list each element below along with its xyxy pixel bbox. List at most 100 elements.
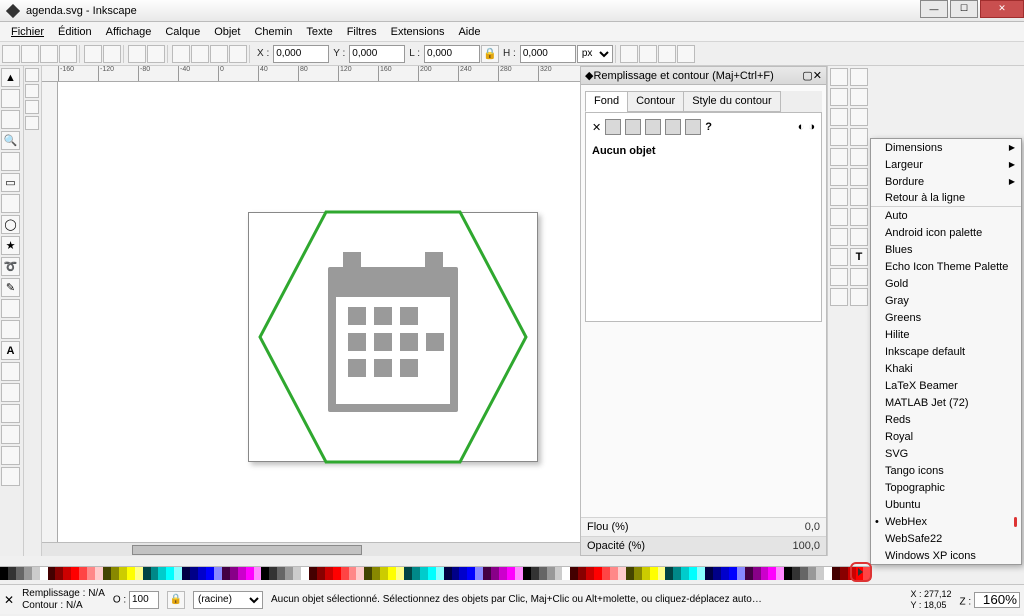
cmd-new[interactable] [830, 68, 848, 86]
gradient-tool[interactable] [1, 425, 20, 444]
menu-border[interactable]: Bordure▶ [871, 173, 1021, 190]
status-fill-value[interactable]: N/A [88, 588, 105, 599]
palette-swatch[interactable] [246, 567, 254, 580]
palette-swatch[interactable] [824, 567, 832, 580]
menu-dimensions[interactable]: Dimensions▶ [871, 139, 1021, 156]
palette-greens[interactable]: Greens [871, 309, 1021, 326]
dropper-tool[interactable] [1, 446, 20, 465]
palette-swatch[interactable] [602, 567, 610, 580]
paint-swatch-icon[interactable] [685, 119, 701, 135]
palette-swatch[interactable] [562, 567, 570, 580]
palette-swatch[interactable] [729, 567, 737, 580]
cmd-xml[interactable] [830, 268, 848, 286]
palette-swatch[interactable] [24, 567, 32, 580]
paint-pattern-icon[interactable] [665, 119, 681, 135]
paint-radial-icon[interactable] [645, 119, 661, 135]
rect-tool[interactable]: ▭ [1, 173, 20, 192]
snap-bbox[interactable] [25, 84, 39, 98]
palette-swatch[interactable] [721, 567, 729, 580]
palette-swatch[interactable] [230, 567, 238, 580]
palette-swatch[interactable] [776, 567, 784, 580]
palette-gray[interactable]: Gray [871, 292, 1021, 309]
tool-coord-c[interactable] [40, 45, 58, 63]
palette-swatch[interactable] [127, 567, 135, 580]
palette-royal[interactable]: Royal [871, 428, 1021, 445]
cmd-redo[interactable] [850, 128, 868, 146]
palette-swatch[interactable] [618, 567, 626, 580]
menu-file[interactable]: Fichier [4, 24, 51, 40]
palette-swatch[interactable] [650, 567, 658, 580]
palette-swatch[interactable] [555, 567, 563, 580]
tool-raise[interactable] [172, 45, 190, 63]
cmd-copy[interactable] [830, 148, 848, 166]
minimize-button[interactable]: — [920, 0, 948, 18]
palette-swatch[interactable] [420, 567, 428, 580]
tab-fill[interactable]: Fond [585, 91, 628, 112]
palette-swatch[interactable] [301, 567, 309, 580]
palette-swatch[interactable] [182, 567, 190, 580]
color-palette[interactable] [0, 566, 872, 580]
tool-coord-a[interactable] [2, 45, 20, 63]
cmd-cut[interactable] [830, 168, 848, 186]
tweak-tool[interactable] [1, 110, 20, 129]
tool-coord-d[interactable] [59, 45, 77, 63]
menu-view[interactable]: Affichage [99, 24, 159, 40]
palette-swatch[interactable] [816, 567, 824, 580]
palette-swatch[interactable] [198, 567, 206, 580]
unit-select[interactable]: px [577, 45, 613, 63]
palette-swatch[interactable] [436, 567, 444, 580]
palette-latex-beamer[interactable]: LaTeX Beamer [871, 377, 1021, 394]
palette-swatch[interactable] [475, 567, 483, 580]
palette-swatch[interactable] [681, 567, 689, 580]
palette-swatch[interactable] [333, 567, 341, 580]
palette-swatch[interactable] [792, 567, 800, 580]
palette-swatch[interactable] [491, 567, 499, 580]
menu-path[interactable]: Chemin [247, 24, 299, 40]
calligraphy-tool[interactable] [1, 320, 20, 339]
palette-swatch[interactable] [206, 567, 214, 580]
palette-swatch[interactable] [761, 567, 769, 580]
tool-rotate-left[interactable] [84, 45, 102, 63]
palette-swatch[interactable] [483, 567, 491, 580]
paint-none-icon[interactable]: ✕ [592, 121, 601, 134]
palette-swatch[interactable] [277, 567, 285, 580]
menu-width[interactable]: Largeur▶ [871, 156, 1021, 173]
palette-topographic[interactable]: Topographic [871, 479, 1021, 496]
palette-swatch[interactable] [745, 567, 753, 580]
star-tool[interactable]: ★ [1, 236, 20, 255]
palette-swatch[interactable] [166, 567, 174, 580]
palette-swatch[interactable] [222, 567, 230, 580]
panel-dock-icon[interactable]: ▢ [802, 69, 812, 82]
palette-swatch[interactable] [452, 567, 460, 580]
palette-swatch[interactable] [214, 567, 222, 580]
fill-rule-evenodd-icon[interactable]: ◐ [798, 121, 805, 133]
palette-matlab-jet[interactable]: MATLAB Jet (72) [871, 394, 1021, 411]
palette-svg[interactable]: SVG [871, 445, 1021, 462]
palette-swatch[interactable] [808, 567, 816, 580]
cmd-zoom-drawing[interactable] [850, 188, 868, 206]
palette-swatch[interactable] [784, 567, 792, 580]
menu-edit[interactable]: Édition [51, 24, 99, 40]
cmd-export[interactable] [850, 108, 868, 126]
text-tool[interactable]: A [1, 341, 20, 360]
palette-swatch[interactable] [285, 567, 293, 580]
palette-swatch[interactable] [135, 567, 143, 580]
palette-swatch[interactable] [309, 567, 317, 580]
cmd-zoom-fit[interactable] [850, 168, 868, 186]
status-stroke-value[interactable]: N/A [66, 600, 83, 611]
palette-swatch[interactable] [610, 567, 618, 580]
palette-swatch[interactable] [570, 567, 578, 580]
cmd-group[interactable] [830, 228, 848, 246]
palette-android[interactable]: Android icon palette [871, 224, 1021, 241]
palette-swatch[interactable] [111, 567, 119, 580]
spiral-tool[interactable]: ➰ [1, 257, 20, 276]
status-opacity-input[interactable] [129, 591, 159, 609]
palette-swatch[interactable] [103, 567, 111, 580]
palette-swatch[interactable] [539, 567, 547, 580]
palette-swatch[interactable] [364, 567, 372, 580]
palette-swatch[interactable] [840, 567, 848, 580]
palette-swatch[interactable] [388, 567, 396, 580]
zoom-input[interactable] [974, 592, 1020, 608]
w-input[interactable] [424, 45, 480, 63]
palette-swatch[interactable] [87, 567, 95, 580]
